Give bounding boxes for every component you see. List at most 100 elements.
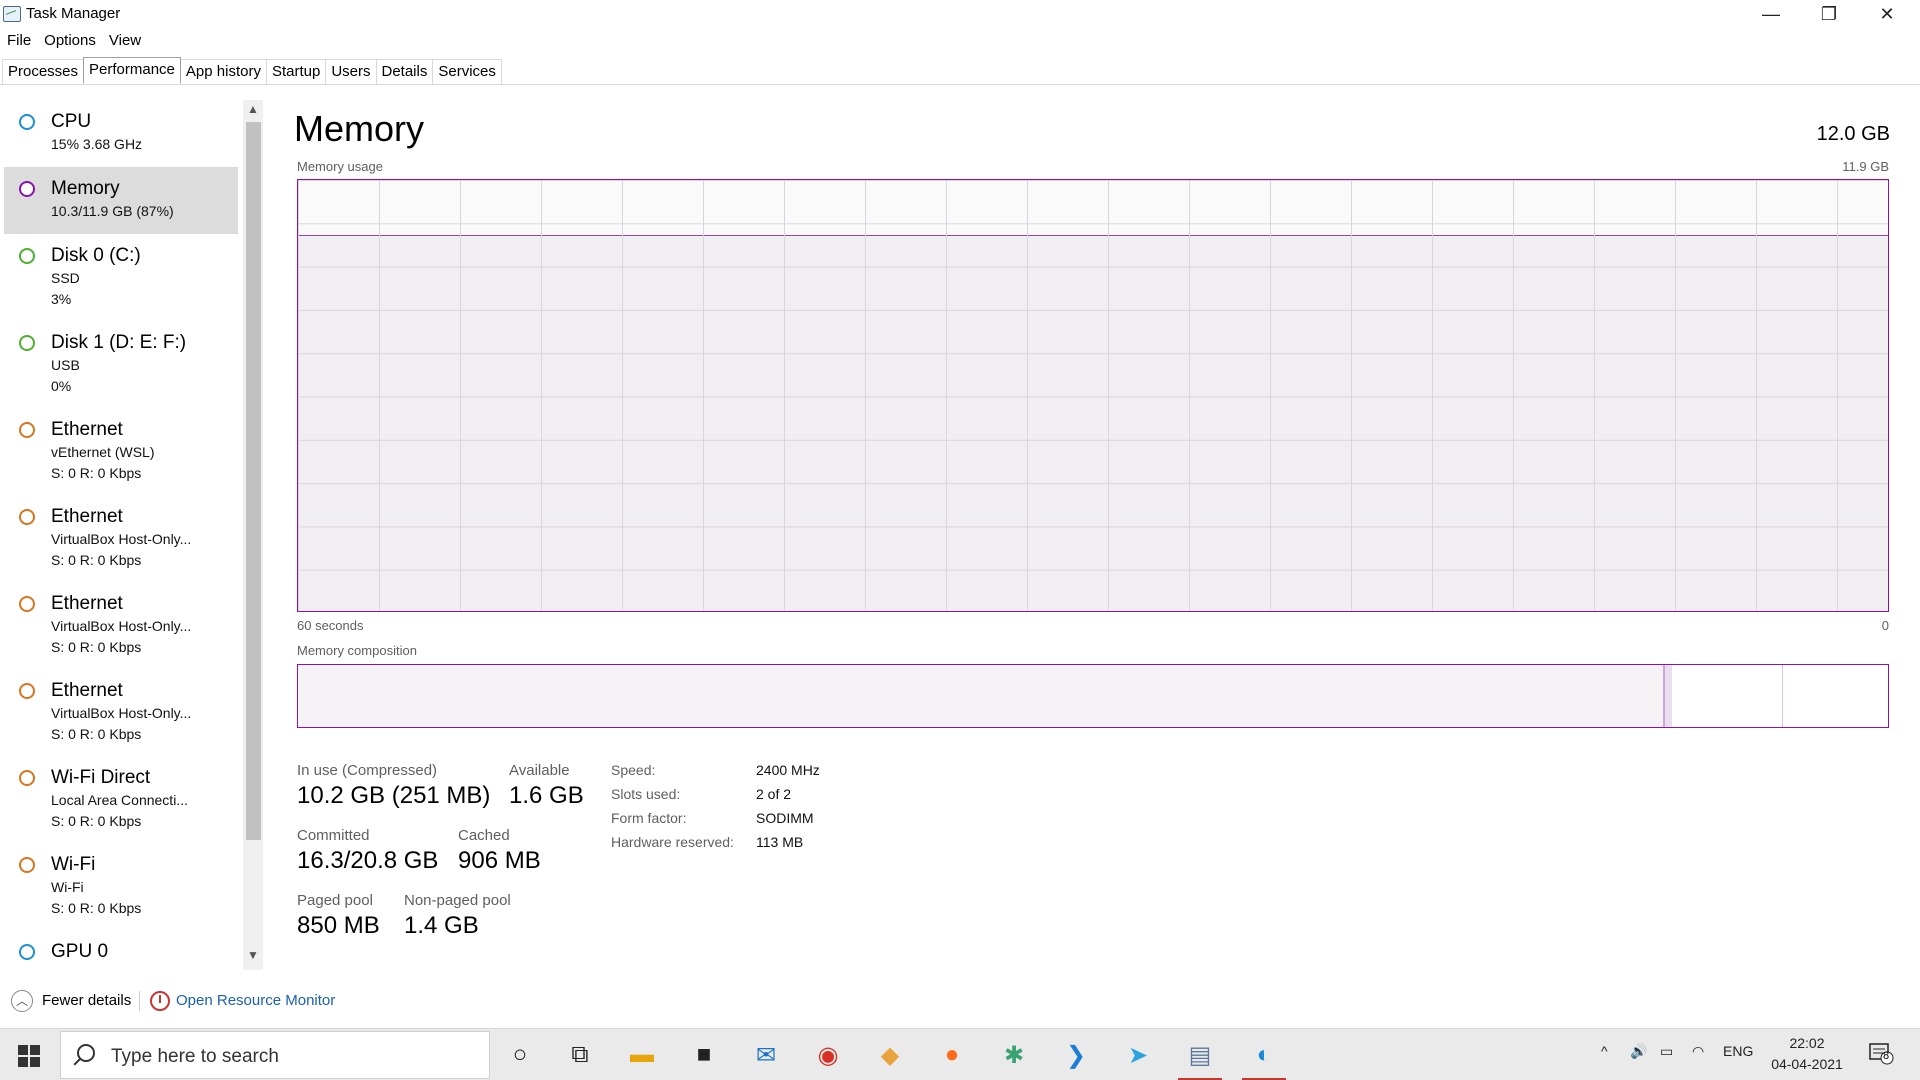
notification-center-icon[interactable]: 8 — [1868, 1041, 1894, 1065]
taskbar: Type here to search ○ ⧉ ▬ ■ ✉ ◉ ◆ ● ✱ ❯ ➤ ▤ ◐ ^ 🔊 ▭ … — [0, 1028, 1920, 1080]
chevron-up-icon[interactable]: ︿ — [11, 990, 33, 1012]
memory-usage-graph — [297, 179, 1889, 612]
cortana-icon[interactable]: ○ — [498, 1035, 542, 1075]
sidebar-item-disk-1-d-e-f[interactable]: Disk 1 (D: E: F:) USB 0% — [4, 321, 238, 408]
stat-available-label: Available — [509, 762, 570, 779]
stat-paged-pool-label: Paged pool — [297, 892, 373, 909]
performance-sidebar: CPU 15% 3.68 GHz Memory 10.3/11.9 GB (87%) D… — [4, 100, 238, 970]
sidebar-item-detail: Wi-Fi — [51, 879, 84, 895]
sidebar-item-disk-0-c[interactable]: Disk 0 (C:) SSD 3% — [4, 234, 238, 321]
graph-time-left: 60 seconds — [297, 618, 364, 633]
taskbar-clock[interactable]: 22:02 04-04-2021 — [1762, 1033, 1852, 1075]
status-circle-icon — [19, 770, 35, 786]
tray-chevron-icon[interactable]: ^ — [1601, 1043, 1608, 1059]
clock-time: 22:02 — [1789, 1035, 1825, 1051]
stat-committed-label: Committed — [297, 827, 370, 844]
sidebar-item-ethernet[interactable]: Ethernet VirtualBox Host-Only... S: 0 R: 0… — [4, 495, 238, 582]
task-manager-icon[interactable]: ▤ — [1178, 1035, 1222, 1080]
telegram-icon[interactable]: ➤ — [1116, 1035, 1160, 1075]
windows-start-icon[interactable] — [18, 1045, 40, 1067]
tab-users[interactable]: Users — [325, 59, 377, 85]
stat-available: Available 1.6 GB — [509, 762, 584, 810]
close-button[interactable]: ✕ — [1858, 0, 1916, 28]
sidebar-item-detail: Local Area Connecti... — [51, 792, 188, 808]
composition-in-use — [298, 665, 1666, 727]
sidebar-item-memory[interactable]: Memory 10.3/11.9 GB (87%) — [4, 167, 238, 234]
status-circle-icon — [19, 248, 35, 264]
taskbar-search-box[interactable]: Type here to search — [60, 1031, 490, 1079]
language-indicator[interactable]: ENG — [1723, 1043, 1753, 1059]
sidebar-item-gpu-0[interactable]: GPU 0 — [4, 930, 238, 970]
tab-strip: Processes Performance App history Startu… — [2, 57, 502, 85]
firefox-icon[interactable]: ● — [930, 1035, 974, 1075]
status-circle-icon — [19, 335, 35, 351]
memory-usage-label: Memory usage — [297, 159, 383, 174]
edge-icon[interactable]: ◐ — [1242, 1035, 1286, 1080]
sidebar-item-detail: S: 0 R: 0 Kbps — [51, 813, 142, 829]
memory-composition-label: Memory composition — [297, 643, 417, 658]
menu-file[interactable]: File — [0, 30, 37, 52]
stat-non-paged-pool: Non-paged pool 1.4 GB — [404, 892, 511, 940]
tab-details[interactable]: Details — [375, 59, 434, 85]
spec-hardware-reserved-label: Hardware reserved: — [611, 834, 734, 850]
status-circle-icon — [19, 683, 35, 699]
slack-icon[interactable]: ✱ — [992, 1035, 1036, 1075]
tab-startup[interactable]: Startup — [265, 59, 327, 85]
sidebar-item-label: Wi-Fi Direct — [51, 767, 151, 788]
task-view-icon[interactable]: ⧉ — [558, 1035, 602, 1075]
maximize-button[interactable]: ❐ — [1800, 0, 1858, 28]
page-title: Memory — [294, 108, 425, 149]
tab-performance[interactable]: Performance — [83, 57, 181, 83]
sidebar-item-label: CPU — [51, 111, 92, 132]
sidebar-item-detail: 15% 3.68 GHz — [51, 136, 143, 152]
scroll-down-arrow-icon[interactable]: ▼ — [245, 948, 261, 966]
stat-committed: Committed 16.3/20.8 GB — [297, 827, 438, 875]
open-resource-monitor-link[interactable]: Open Resource Monitor — [176, 992, 335, 1009]
sidebar-item-ethernet[interactable]: Ethernet VirtualBox Host-Only... S: 0 R: 0… — [4, 669, 238, 756]
sidebar-item-detail: vEthernet (WSL) — [51, 444, 155, 460]
chrome-icon[interactable]: ◉ — [806, 1035, 850, 1075]
git-kraken-icon[interactable]: ◆ — [868, 1035, 912, 1075]
scroll-up-arrow-icon[interactable]: ▲ — [245, 102, 261, 120]
status-circle-icon — [19, 422, 35, 438]
status-circle-icon — [19, 857, 35, 873]
sidebar-item-label: Ethernet — [51, 680, 123, 701]
status-circle-icon — [19, 944, 35, 960]
store-icon[interactable]: ■ — [682, 1035, 726, 1075]
sidebar-item-cpu[interactable]: CPU 15% 3.68 GHz — [4, 100, 238, 167]
sidebar-item-label: Ethernet — [51, 593, 123, 614]
scroll-thumb[interactable] — [246, 122, 261, 840]
fewer-details-link[interactable]: Fewer details — [42, 992, 131, 1009]
spec-form-factor-value: SODIMM — [756, 810, 814, 826]
minimize-button[interactable]: — — [1742, 0, 1800, 28]
footer: ︿ Fewer details Open Resource Monitor — [0, 988, 1920, 1014]
sidebar-item-ethernet[interactable]: Ethernet VirtualBox Host-Only... S: 0 R: 0… — [4, 582, 238, 669]
tab-app-history[interactable]: App history — [179, 59, 267, 85]
menu-view[interactable]: View — [102, 30, 147, 52]
spec-hardware-reserved-value: 113 MB — [756, 834, 804, 850]
sidebar-item-wi-fi[interactable]: Wi-Fi Wi-Fi S: 0 R: 0 Kbps — [4, 843, 238, 930]
vscode-icon[interactable]: ❯ — [1054, 1035, 1098, 1075]
mail-icon[interactable]: ✉ — [744, 1035, 788, 1075]
sidebar-item-detail: SSD — [51, 270, 80, 286]
battery-icon[interactable]: ▭ — [1660, 1043, 1673, 1060]
task-manager-app-icon — [3, 6, 21, 22]
notification-count: 8 — [1883, 1050, 1890, 1062]
stat-non-paged-pool-value: 1.4 GB — [404, 912, 479, 939]
sidebar-item-label: Ethernet — [51, 506, 123, 527]
file-explorer-icon[interactable]: ▬ — [620, 1035, 664, 1075]
sidebar-scrollbar[interactable]: ▲ ▼ — [243, 100, 263, 970]
menu-options[interactable]: Options — [37, 30, 102, 52]
sidebar-item-detail: VirtualBox Host-Only... — [51, 705, 192, 721]
tab-divider — [0, 84, 1920, 85]
sidebar-item-label: GPU 0 — [51, 941, 109, 962]
sidebar-item-ethernet[interactable]: Ethernet vEthernet (WSL) S: 0 R: 0 Kbps — [4, 408, 238, 495]
tab-processes[interactable]: Processes — [2, 59, 85, 85]
tab-services[interactable]: Services — [432, 59, 502, 85]
sidebar-item-wi-fi-direct[interactable]: Wi-Fi Direct Local Area Connecti... S: 0 R… — [4, 756, 238, 843]
sidebar-item-detail: 3% — [51, 291, 72, 307]
volume-icon[interactable]: 🔊 — [1630, 1043, 1647, 1060]
wifi-icon[interactable]: ◠ — [1692, 1043, 1704, 1060]
stat-in-use-value: 10.2 GB (251 MB) — [297, 782, 491, 809]
stat-in-use-label: In use (Compressed) — [297, 762, 438, 779]
